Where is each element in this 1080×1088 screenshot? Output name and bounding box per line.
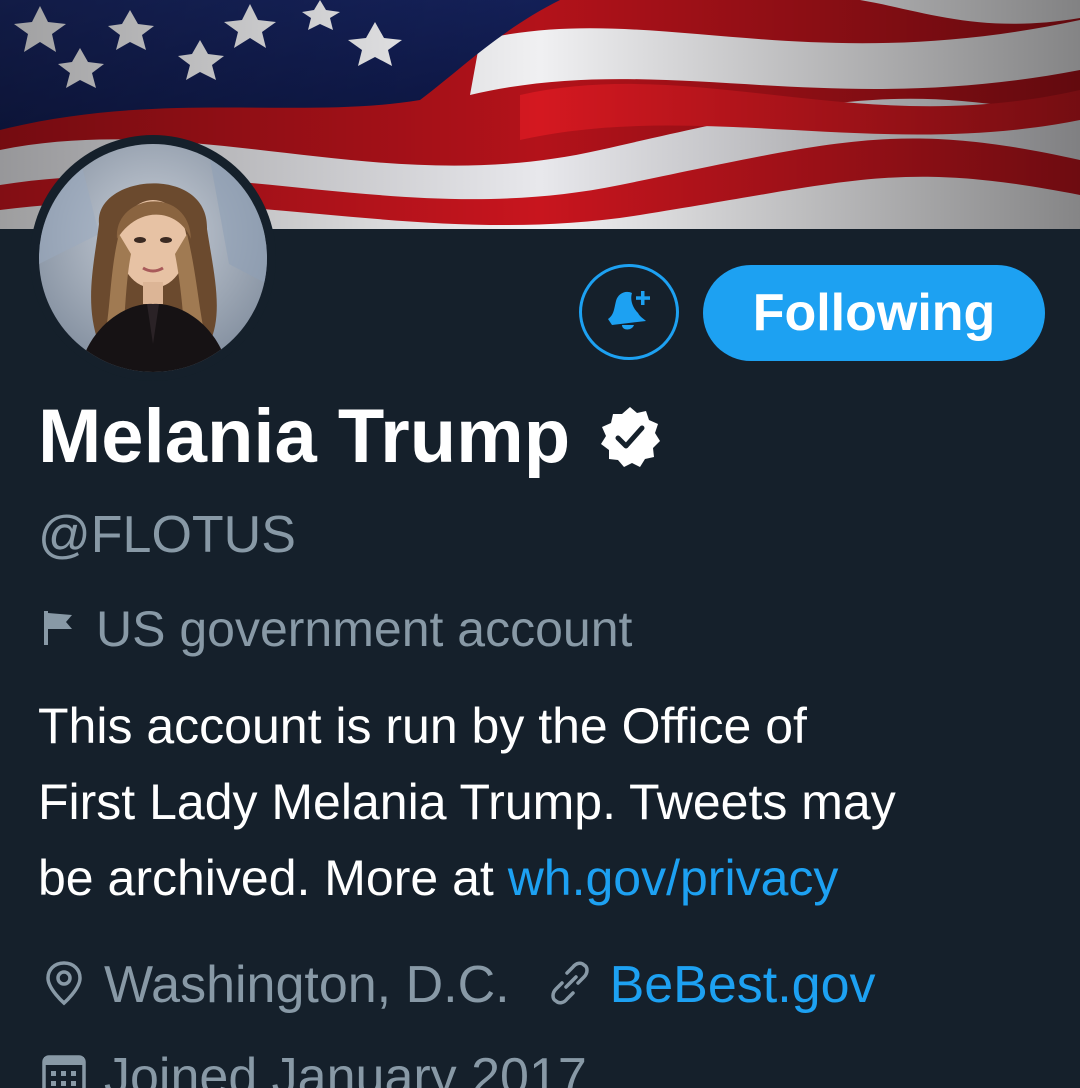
following-button[interactable]: Following xyxy=(703,265,1045,361)
avatar[interactable] xyxy=(39,144,267,372)
bell-plus-icon xyxy=(600,281,658,344)
joined-date-text: Joined January 2017 xyxy=(104,1048,587,1088)
notifications-toggle-button[interactable] xyxy=(579,264,679,360)
calendar-icon xyxy=(40,1051,88,1088)
bio-line-2: First Lady Melania Trump. Tweets may xyxy=(38,774,896,830)
avatar-border xyxy=(30,135,276,381)
government-account-label: US government account xyxy=(96,601,633,657)
location-text: Washington, D.C. xyxy=(104,956,510,1014)
joined-date-row: Joined January 2017 xyxy=(40,1042,587,1088)
profile-bio: This account is run by the Office of Fir… xyxy=(38,688,1048,916)
following-button-label: Following xyxy=(752,284,996,342)
bio-line-3: be archived. More at wh.gov/privacy xyxy=(38,840,1048,916)
privacy-link[interactable]: wh.gov/privacy xyxy=(508,850,839,906)
government-account-label-row: US government account xyxy=(40,598,632,660)
website-link[interactable]: BeBest.gov xyxy=(610,950,876,1020)
flag-icon xyxy=(40,607,80,652)
link-icon xyxy=(546,959,594,1012)
display-name: Melania Trump xyxy=(38,394,571,479)
location-pin-icon xyxy=(40,959,88,1012)
verified-badge-icon xyxy=(596,403,664,471)
profile-name-row: Melania Trump xyxy=(38,392,664,482)
bio-line-1: This account is run by the Office of xyxy=(38,698,807,754)
profile-page: Following Melania Trump @FLOTUS US gover… xyxy=(0,0,1080,1088)
bio-line-3-text: be archived. More at xyxy=(38,850,508,906)
profile-handle: @FLOTUS xyxy=(38,506,296,564)
profile-meta-row: Washington, D.C. BeBest.gov xyxy=(40,950,876,1020)
